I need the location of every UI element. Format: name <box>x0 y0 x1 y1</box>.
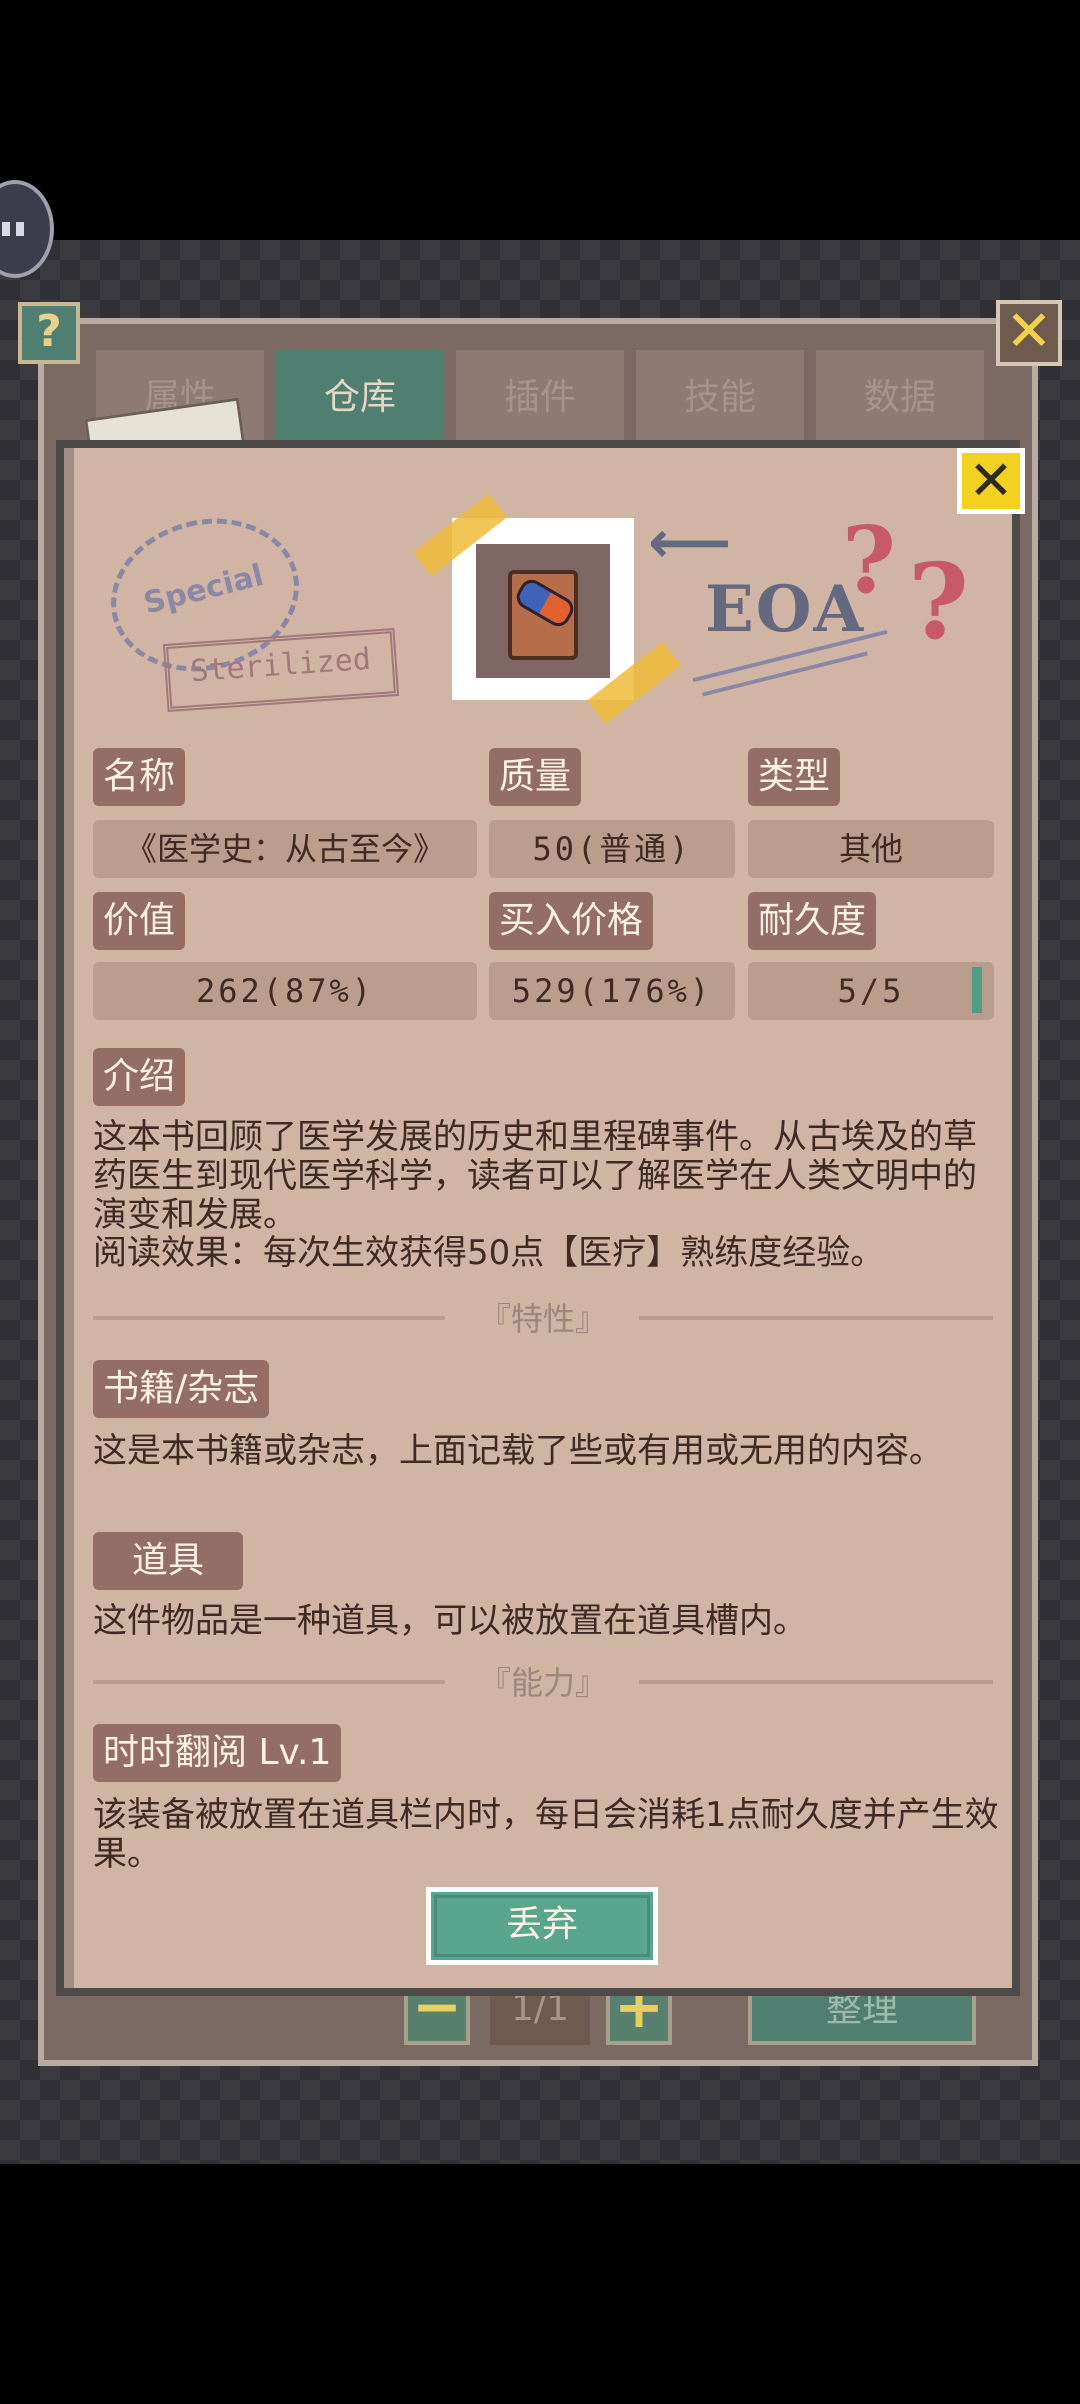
trait-desc: 这是本书籍或杂志，上面记载了些或有用或无用的内容。 <box>93 1431 943 1471</box>
item-intro-text: 这本书回顾了医学发展的历史和里程碑事件。从古埃及的草药医生到现代医学科学，读者可… <box>93 1117 977 1235</box>
trait-desc: 这件物品是一种道具，可以被放置在道具槽内。 <box>93 1601 807 1641</box>
question-mark-doodle: ? <box>908 540 969 663</box>
arrow-doodle-icon: ⟵ <box>648 508 732 576</box>
panel-close-button[interactable]: ✕ <box>996 300 1062 366</box>
tab-warehouse[interactable]: 仓库 <box>276 350 444 450</box>
tab-skills[interactable]: 技能 <box>636 350 804 450</box>
ability-tag: 时时翻阅 Lv.1 <box>93 1724 342 1782</box>
modal-close-button[interactable]: ✕ <box>957 448 1025 514</box>
trait-tag: 书籍/杂志 <box>93 1360 270 1418</box>
label-name: 名称 <box>93 748 186 806</box>
item-durability-value: 5/5 <box>748 962 994 1020</box>
label-intro: 介绍 <box>93 1048 186 1106</box>
item-value-value: 262(87%) <box>93 962 477 1020</box>
help-button[interactable]: ? <box>18 302 80 364</box>
tab-data[interactable]: 数据 <box>816 350 984 450</box>
tab-plugins[interactable]: 插件 <box>456 350 624 450</box>
item-type-value: 其他 <box>748 820 994 878</box>
question-mark-doodle: ? <box>842 506 896 614</box>
item-buy-price-value: 529(176%) <box>489 962 735 1020</box>
label-quality: 质量 <box>489 748 582 806</box>
label-durability: 耐久度 <box>748 892 877 950</box>
label-buy-price: 买入价格 <box>489 892 654 950</box>
item-name-value: 《医学史：从古至今》 <box>93 820 477 878</box>
label-value: 价值 <box>93 892 186 950</box>
discard-button[interactable]: 丢弃 <box>426 1887 658 1965</box>
trait-tag: 道具 <box>93 1532 243 1590</box>
item-effect-text: 阅读效果：每次生效获得50点【医疗】熟练度经验。 <box>93 1233 885 1273</box>
label-type: 类型 <box>748 748 841 806</box>
durability-bar <box>972 967 982 1013</box>
item-quality-value: 50(普通) <box>489 820 735 878</box>
ability-desc: 该装备被放置在道具栏内时，每日会消耗1点耐久度并产生效果。 <box>93 1795 999 1874</box>
